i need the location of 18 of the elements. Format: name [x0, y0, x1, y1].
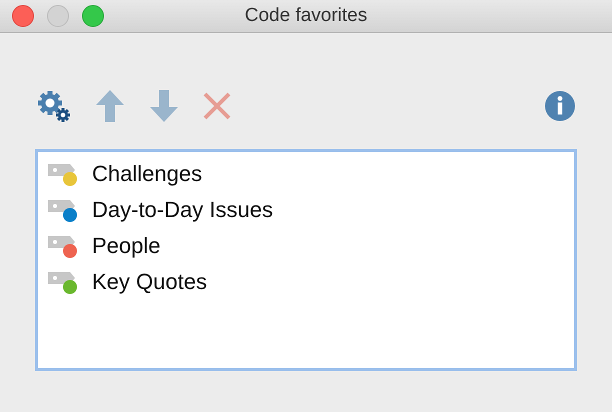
window-title: Code favorites [244, 5, 368, 27]
settings-button[interactable] [37, 90, 71, 122]
down-arrow-icon [149, 90, 179, 122]
code-name[interactable]: Day-to-Day Issues [92, 197, 273, 223]
minimize-button[interactable] [47, 5, 69, 27]
code-name[interactable]: People [92, 233, 161, 259]
close-button[interactable] [12, 5, 34, 27]
code-tag-icon [48, 269, 80, 295]
zoom-button[interactable] [82, 5, 104, 27]
info-icon[interactable] [545, 91, 575, 121]
up-arrow-icon [95, 90, 125, 122]
code-tag-icon [48, 233, 80, 259]
gears-icon [37, 90, 71, 122]
close-icon [203, 92, 231, 120]
code-tag-icon [48, 197, 80, 223]
code-tag-icon [48, 161, 80, 187]
code-name[interactable]: Challenges [92, 161, 202, 187]
code-name[interactable]: Key Quotes [92, 269, 207, 295]
